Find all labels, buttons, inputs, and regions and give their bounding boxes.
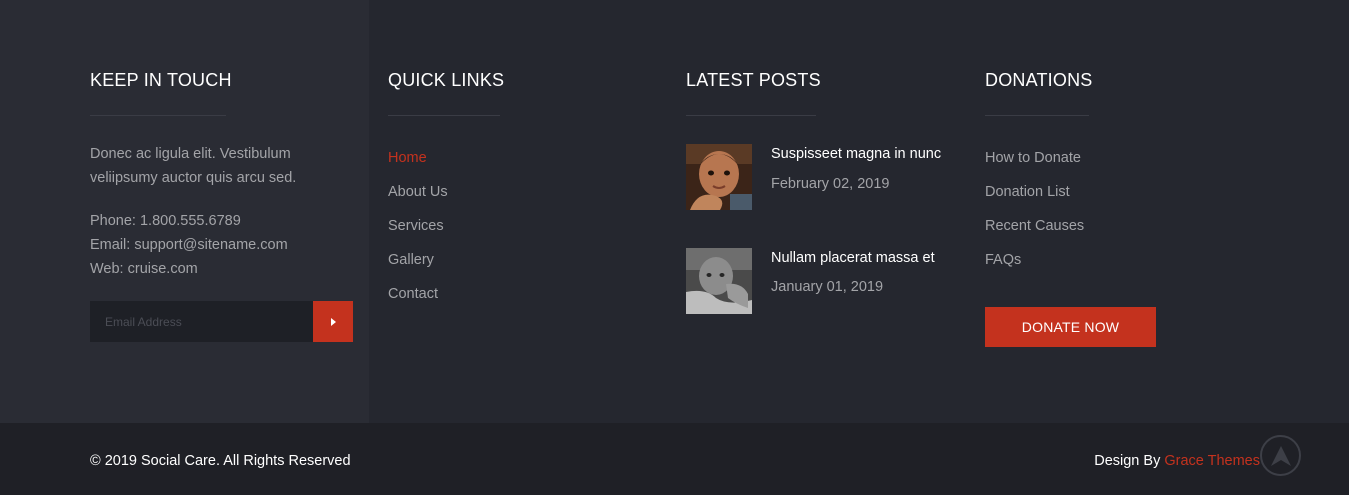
copyright-text: © 2019 Social Care. All Rights Reserved <box>90 453 351 469</box>
list-item: Recent Causes <box>985 214 1084 248</box>
title-divider <box>90 115 226 116</box>
donation-link-faqs[interactable]: FAQs <box>985 252 1021 268</box>
donation-link-recent-causes[interactable]: Recent Causes <box>985 218 1084 234</box>
email-address-input[interactable] <box>90 301 313 342</box>
post-date: January 01, 2019 <box>771 279 884 295</box>
post-title[interactable]: Nullam placerat massa et <box>771 248 935 268</box>
quick-link-contact[interactable]: Contact <box>388 286 438 302</box>
donation-link-how-to-donate[interactable]: How to Donate <box>985 150 1081 166</box>
arrow-right-icon <box>330 317 336 326</box>
list-item: Home <box>388 146 448 180</box>
list-item: About Us <box>388 180 448 214</box>
post-thumbnail[interactable] <box>686 144 752 210</box>
post-title[interactable]: Suspisseet magna in nunc <box>771 144 941 164</box>
quick-links-list: Home About Us Services Gallery Contact <box>388 146 448 316</box>
list-item: Services <box>388 214 448 248</box>
footer-widgets: KEEP IN TOUCH Donec ac ligula elit. Vest… <box>0 0 1349 423</box>
list-item: Gallery <box>388 248 448 282</box>
title-divider <box>985 115 1089 116</box>
donations-list: How to Donate Donation List Recent Cause… <box>985 146 1084 282</box>
keep-in-touch-title: KEEP IN TOUCH <box>90 70 232 90</box>
chevron-up-circle-icon <box>1270 445 1291 466</box>
donations-title: DONATIONS <box>985 70 1093 90</box>
back-to-top-button[interactable] <box>1260 435 1301 476</box>
list-item: How to Donate <box>985 146 1084 180</box>
bottom-bar: © 2019 Social Care. All Rights Reserved … <box>0 423 1349 495</box>
design-credit: Design By Grace Themes <box>1094 451 1260 471</box>
donate-now-button[interactable]: DONATE NOW <box>985 307 1156 347</box>
email-text: Email: support@sitename.com <box>90 237 288 253</box>
post-thumbnail[interactable] <box>686 248 752 314</box>
quick-link-services[interactable]: Services <box>388 218 444 234</box>
quick-link-gallery[interactable]: Gallery <box>388 252 434 268</box>
list-item: FAQs <box>985 248 1084 282</box>
title-divider <box>686 115 816 116</box>
list-item: Contact <box>388 282 448 316</box>
quick-link-about-us[interactable]: About Us <box>388 184 448 200</box>
newsletter-form <box>90 301 353 342</box>
web-text: Web: cruise.com <box>90 261 198 277</box>
design-by-prefix: Design By <box>1094 453 1165 469</box>
post-item: Suspisseet magna in nunc February 02, 20… <box>686 144 966 210</box>
phone-text: Phone: 1.800.555.6789 <box>90 213 241 229</box>
grace-themes-link[interactable]: Grace Themes <box>1164 453 1260 469</box>
post-date: February 02, 2019 <box>771 176 890 192</box>
quick-link-home[interactable]: Home <box>388 150 427 166</box>
donation-link-donation-list[interactable]: Donation List <box>985 184 1070 200</box>
title-divider <box>388 115 500 116</box>
quick-links-title: QUICK LINKS <box>388 70 505 90</box>
newsletter-submit-button[interactable] <box>313 301 353 342</box>
about-text: Donec ac ligula elit. Vestibulum veliips… <box>90 146 297 186</box>
contact-info: Phone: 1.800.555.6789 Email: support@sit… <box>90 209 288 281</box>
latest-posts-title: LATEST POSTS <box>686 70 821 90</box>
post-item: Nullam placerat massa et January 01, 201… <box>686 248 966 314</box>
list-item: Donation List <box>985 180 1084 214</box>
